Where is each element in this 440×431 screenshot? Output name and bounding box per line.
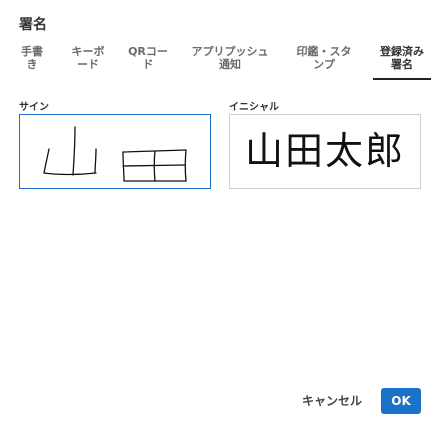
handwritten-signature-image bbox=[43, 126, 187, 182]
tab-label-line1: QRコー bbox=[128, 45, 168, 58]
tab-label-line1: キーボ bbox=[71, 45, 105, 58]
signature-dialog: 署名 手書 き キーボ ード QRコー ド アプリプッシュ 通知 印鑑・スタ ン… bbox=[0, 0, 440, 431]
tab-handwriting[interactable]: 手書 き bbox=[12, 45, 52, 79]
cancel-button[interactable]: キャンセル bbox=[292, 388, 372, 414]
tab-label-line2: ド bbox=[142, 58, 154, 71]
active-tab-underline bbox=[373, 78, 431, 80]
tab-label-line1: アプリプッシュ bbox=[191, 45, 269, 58]
tab-keyboard[interactable]: キーボ ード bbox=[64, 45, 112, 79]
tab-qr-code[interactable]: QRコー ド bbox=[124, 45, 172, 79]
tab-label-line2: ンプ bbox=[313, 58, 335, 71]
tab-registered-signature[interactable]: 登録済み 署名 bbox=[373, 45, 431, 79]
signature-label: サイン bbox=[19, 102, 49, 113]
tab-label-line2: 署名 bbox=[391, 58, 413, 71]
dialog-title: 署名 bbox=[19, 17, 47, 33]
tab-label-line2: 通知 bbox=[219, 58, 241, 71]
ok-button[interactable]: OK bbox=[381, 388, 421, 414]
initial-label: イニシャル bbox=[229, 102, 279, 113]
tab-label-line2: ード bbox=[77, 58, 99, 71]
tab-label-line2: き bbox=[26, 58, 38, 71]
tab-stamp[interactable]: 印鑑・スタ ンプ bbox=[288, 45, 360, 79]
initial-text: 山田太郎 bbox=[244, 129, 405, 173]
tab-label-line1: 登録済み bbox=[380, 45, 424, 58]
tab-label-line1: 手書 bbox=[21, 45, 43, 58]
initial-option[interactable]: 山田太郎 bbox=[229, 114, 421, 189]
signature-option[interactable] bbox=[19, 114, 211, 189]
tab-app-push[interactable]: アプリプッシュ 通知 bbox=[184, 45, 276, 79]
tab-bar: 手書 き キーボ ード QRコー ド アプリプッシュ 通知 印鑑・スタ ンプ 登… bbox=[8, 45, 436, 81]
tab-label-line1: 印鑑・スタ bbox=[296, 45, 352, 58]
